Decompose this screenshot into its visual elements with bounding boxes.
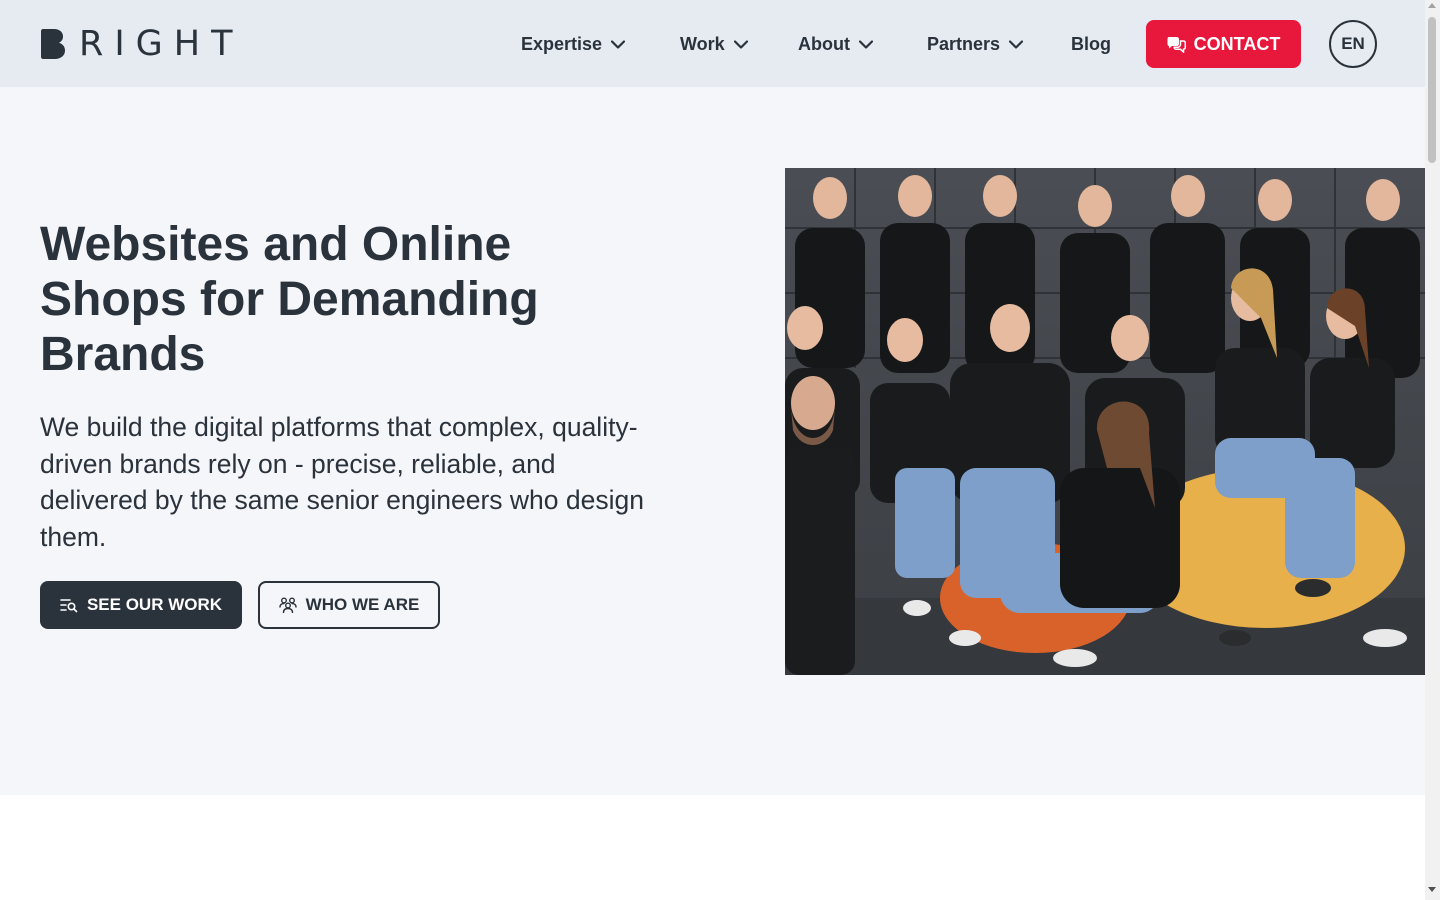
nav-item-label: Work: [680, 33, 725, 54]
team-photo: [785, 168, 1425, 675]
chevron-down-icon: [858, 39, 873, 49]
scroll-up-arrow-icon[interactable]: [1428, 3, 1436, 8]
contact-label: CONTACT: [1193, 33, 1281, 54]
site-header: RIGHT Expertise Work About Partners Blog…: [0, 0, 1425, 87]
nav-item-partners[interactable]: Partners: [927, 20, 1024, 68]
who-we-are-button[interactable]: WHO WE ARE: [258, 581, 440, 629]
nav-item-work[interactable]: Work: [680, 20, 748, 68]
hero-subtitle: We build the digital platforms that comp…: [40, 412, 644, 552]
next-section: [0, 795, 1425, 900]
language-switcher[interactable]: EN: [1329, 20, 1377, 68]
nav-item-label: Expertise: [521, 33, 603, 54]
scroll-down-arrow-icon[interactable]: [1428, 887, 1436, 892]
chevron-down-icon: [611, 39, 626, 49]
logo-b-icon: [41, 29, 65, 59]
button-label: SEE OUR WORK: [86, 595, 223, 614]
nav-item-about[interactable]: About: [798, 20, 873, 68]
nav-item-label: Blog: [1071, 33, 1111, 54]
logo-text: RIGHT: [79, 24, 244, 64]
contact-button[interactable]: CONTACT: [1146, 20, 1301, 68]
chat-bubbles-icon: [1167, 36, 1186, 54]
nav-item-blog[interactable]: Blog: [1071, 20, 1111, 68]
button-label: WHO WE ARE: [305, 595, 420, 614]
hero-section: Websites and Online Shops for Demanding …: [0, 87, 1425, 795]
list-search-icon: [60, 597, 78, 613]
team-icon: [278, 597, 297, 614]
scroll-thumb[interactable]: [1428, 17, 1436, 163]
brand-logo[interactable]: RIGHT: [41, 24, 244, 64]
hero-title: Websites and Online Shops for Demanding …: [40, 218, 539, 381]
nav-item-label: Partners: [927, 33, 1001, 54]
nav-item-expertise[interactable]: Expertise: [521, 20, 626, 68]
chevron-down-icon: [1009, 39, 1024, 49]
see-our-work-button[interactable]: SEE OUR WORK: [40, 581, 242, 629]
nav-item-label: About: [798, 33, 850, 54]
chevron-down-icon: [733, 39, 748, 49]
page-scrollbar[interactable]: [1425, 0, 1440, 900]
